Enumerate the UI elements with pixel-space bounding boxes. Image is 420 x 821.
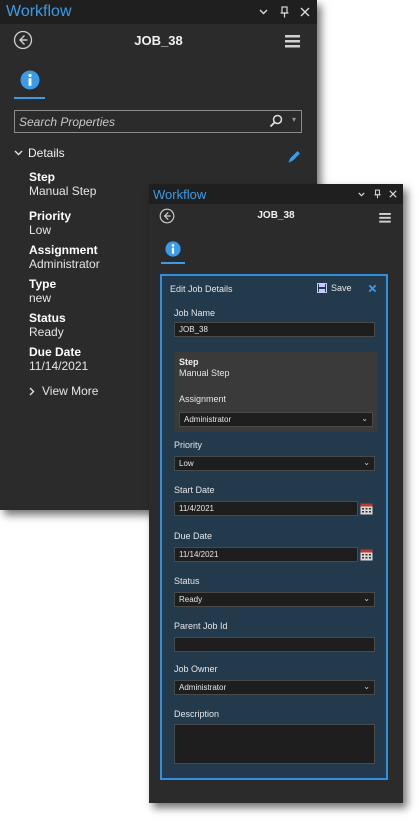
close-icon	[368, 284, 377, 293]
job-name-label: Job Name	[174, 308, 216, 318]
field-value: 11/14/2021	[29, 359, 89, 373]
info-icon[interactable]	[165, 241, 181, 257]
field-label: Due Date	[29, 345, 82, 359]
title-bar: Workflow	[0, 0, 317, 24]
view-more-link[interactable]: View More	[29, 384, 98, 398]
window-controls	[356, 188, 398, 200]
hamburger-menu-icon[interactable]	[285, 35, 300, 48]
job-header: JOB_38	[0, 27, 317, 55]
due-date-label: Due Date	[174, 531, 213, 541]
active-tab-underline	[14, 97, 45, 99]
calendar-icon[interactable]	[360, 502, 373, 515]
field-value: Low	[29, 223, 52, 237]
field-label: Status	[29, 311, 66, 325]
chevron-right-icon	[29, 387, 35, 395]
pin-icon[interactable]	[372, 188, 382, 200]
dropdown-chevron-icon[interactable]	[356, 188, 366, 200]
field-value: Manual Step	[29, 184, 97, 198]
chevron-down-icon: ⌄	[361, 414, 368, 423]
hamburger-menu-icon[interactable]	[379, 213, 391, 223]
search-input[interactable]	[19, 113, 259, 130]
due-date-field[interactable]: 11/14/2021	[174, 547, 358, 562]
status-label: Status	[174, 576, 200, 586]
close-icon[interactable]	[388, 188, 398, 200]
form-title: Edit Job Details	[170, 284, 233, 294]
job-owner-value: Administrator	[179, 683, 227, 692]
start-date-label: Start Date	[174, 485, 215, 495]
field-label: Priority	[29, 209, 72, 223]
job-owner-select[interactable]: Administrator ⌄	[174, 680, 375, 695]
field-assignment: Assignment Administrator	[29, 243, 100, 271]
field-label: Step	[29, 170, 56, 184]
job-owner-label: Job Owner	[174, 664, 218, 674]
field-priority: Priority Low	[29, 209, 71, 237]
priority-value: Low	[179, 459, 194, 468]
field-status: Status Ready	[29, 311, 66, 339]
field-type: Type new	[29, 277, 56, 305]
assignment-select[interactable]: Administrator ⌄	[179, 412, 373, 427]
parent-job-id-field[interactable]	[174, 637, 375, 652]
view-more-label: View More	[42, 384, 99, 398]
search-icon[interactable]	[269, 114, 283, 128]
active-tab-underline	[161, 262, 185, 264]
field-due-date: Due Date 11/14/2021	[29, 345, 88, 373]
description-field[interactable]	[174, 724, 375, 764]
start-date-field[interactable]: 11/4/2021	[174, 501, 358, 516]
job-title: JOB_38	[134, 33, 183, 48]
details-section-header[interactable]: Details	[14, 146, 65, 160]
title-bar: Workflow	[149, 184, 403, 204]
dropdown-chevron-icon[interactable]	[257, 5, 269, 19]
chevron-down-icon: ⌄	[363, 458, 370, 467]
save-label: Save	[331, 283, 352, 293]
window-title: Workflow	[153, 186, 207, 202]
step-value: Manual Step	[179, 368, 230, 378]
assignment-value: Administrator	[184, 415, 232, 424]
field-label: Assignment	[29, 243, 98, 257]
details-label: Details	[28, 146, 65, 160]
calendar-icon[interactable]	[360, 548, 373, 561]
info-icon[interactable]	[20, 70, 40, 90]
parent-job-id-label: Parent Job Id	[174, 621, 228, 631]
field-value: new	[29, 291, 52, 305]
job-name-field[interactable]: JOB_38	[174, 322, 375, 337]
step-label: Step	[179, 357, 199, 367]
field-step: Step Manual Step	[29, 170, 96, 198]
close-form-button[interactable]	[368, 282, 377, 296]
workflow-panel-front: Workflow JOB_38 Edit Job Details Save Jo…	[149, 184, 403, 803]
edit-job-details-form: Edit Job Details Save Job Name JOB_38 St…	[160, 274, 388, 780]
pencil-icon[interactable]	[286, 149, 302, 165]
save-icon	[317, 283, 327, 293]
priority-select[interactable]: Low ⌄	[174, 456, 375, 471]
chevron-down-icon	[14, 150, 23, 156]
description-label: Description	[174, 709, 220, 719]
search-box[interactable]: ▾	[14, 110, 302, 133]
close-icon[interactable]	[299, 5, 311, 19]
field-label: Type	[29, 277, 57, 291]
window-title: Workflow	[6, 3, 72, 20]
status-select[interactable]: Ready ⌄	[174, 592, 375, 607]
field-value: Ready	[29, 325, 64, 339]
job-title: JOB_38	[257, 210, 295, 221]
save-button[interactable]: Save	[317, 283, 352, 293]
chevron-down-icon: ⌄	[363, 594, 370, 603]
priority-label: Priority	[174, 440, 203, 450]
chevron-down-icon[interactable]: ▾	[292, 115, 296, 124]
pin-icon[interactable]	[278, 5, 290, 19]
chevron-down-icon: ⌄	[363, 682, 370, 691]
window-controls	[257, 5, 311, 19]
status-value: Ready	[179, 595, 203, 604]
assignment-label: Assignment	[179, 394, 227, 404]
field-value: Administrator	[29, 257, 100, 271]
